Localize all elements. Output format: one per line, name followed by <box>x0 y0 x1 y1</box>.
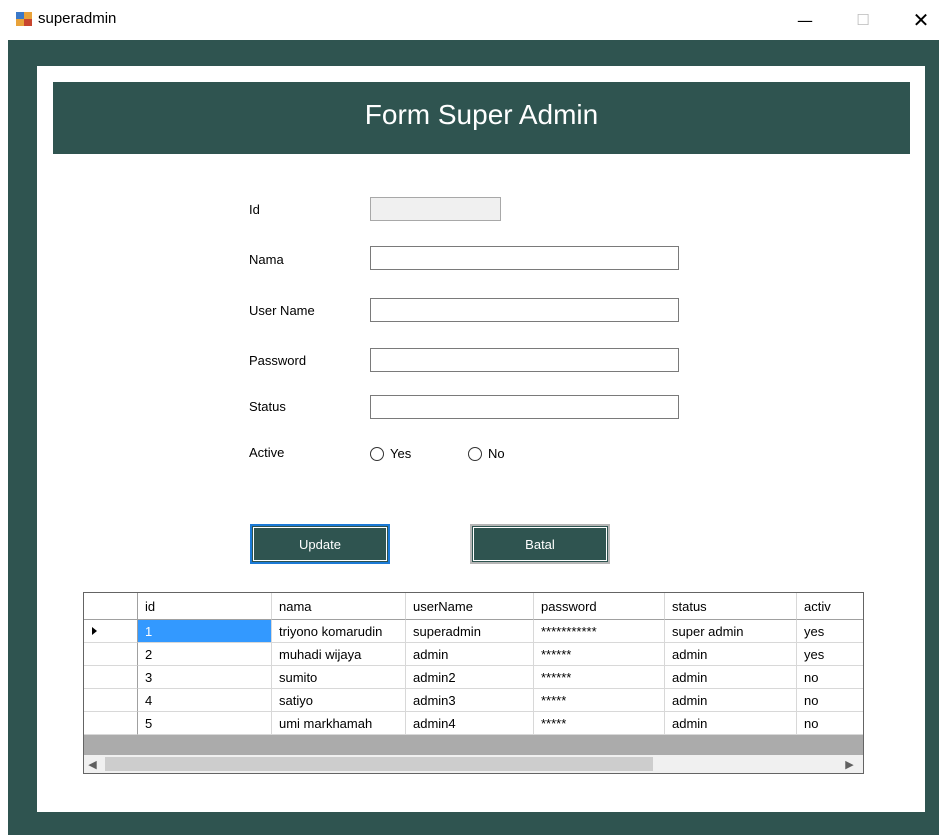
data-grid[interactable]: id nama userName password status activ 1… <box>83 592 864 774</box>
horizontal-scrollbar[interactable]: ◀ ▶ <box>84 755 863 773</box>
table-cell-active[interactable]: yes <box>797 643 863 666</box>
password-field[interactable] <box>370 348 679 372</box>
table-cell-username[interactable]: admin4 <box>406 712 534 735</box>
close-icon[interactable]: ✕ <box>898 0 939 40</box>
table-cell-username[interactable]: superadmin <box>406 620 534 643</box>
table-cell-nama[interactable]: sumito <box>272 666 406 689</box>
table-cell-password[interactable]: ***** <box>534 689 665 712</box>
active-yes-radio[interactable]: Yes <box>370 446 411 461</box>
status-label: Status <box>249 399 286 414</box>
table-cell-active[interactable]: yes <box>797 620 863 643</box>
horizontal-scroll-thumb[interactable] <box>105 757 653 771</box>
table-cell-username[interactable]: admin3 <box>406 689 534 712</box>
id-field[interactable] <box>370 197 501 221</box>
table-cell-password[interactable]: ****** <box>534 666 665 689</box>
table-cell-nama[interactable]: triyono komarudin <box>272 620 406 643</box>
scroll-right-icon[interactable]: ▶ <box>841 755 858 773</box>
table-cell-nama[interactable]: umi markhamah <box>272 712 406 735</box>
app-icon <box>16 12 32 26</box>
password-label: Password <box>249 353 307 368</box>
table-cell-id[interactable]: 2 <box>138 643 272 666</box>
table-row[interactable]: 1 triyono komarudin superadmin *********… <box>84 620 863 643</box>
table-cell-password[interactable]: ***** <box>534 712 665 735</box>
row-header-corner <box>84 593 138 620</box>
table-cell-status[interactable]: super admin <box>665 620 797 643</box>
grid-header-row: id nama userName password status activ <box>84 593 863 620</box>
table-cell-username[interactable]: admin2 <box>406 666 534 689</box>
table-cell-status[interactable]: admin <box>665 712 797 735</box>
active-yes-label: Yes <box>390 446 412 461</box>
id-label: Id <box>249 202 260 217</box>
column-header-id[interactable]: id <box>138 593 272 620</box>
table-cell-id[interactable]: 4 <box>138 689 272 712</box>
column-header-nama[interactable]: nama <box>272 593 406 620</box>
table-cell-active[interactable]: no <box>797 712 863 735</box>
table-cell-id[interactable]: 1 <box>138 620 272 643</box>
username-field[interactable] <box>370 298 679 322</box>
radio-circle-icon <box>370 446 384 461</box>
table-cell-password[interactable]: *********** <box>534 620 665 643</box>
table-cell-status[interactable]: admin <box>665 666 797 689</box>
table-cell-password[interactable]: ****** <box>534 643 665 666</box>
header-banner: Form Super Admin <box>53 82 910 154</box>
table-cell-nama[interactable]: satiyo <box>272 689 406 712</box>
current-row-arrow-icon <box>92 627 97 635</box>
table-row[interactable]: 5 umi markhamah admin4 ***** admin no <box>84 712 863 735</box>
row-header[interactable] <box>84 712 138 735</box>
batal-button[interactable]: Batal <box>470 524 610 564</box>
title-bar: superadmin — ☐ ✕ <box>0 0 939 40</box>
window-title: superadmin <box>38 10 117 27</box>
active-no-radio[interactable]: No <box>468 446 505 461</box>
table-cell-status[interactable]: admin <box>665 689 797 712</box>
maximize-icon[interactable]: ☐ <box>840 0 886 40</box>
column-header-active[interactable]: activ <box>797 593 863 620</box>
table-row[interactable]: 2 muhadi wijaya admin ****** admin yes <box>84 643 863 666</box>
table-cell-id[interactable]: 3 <box>138 666 272 689</box>
active-label: Active <box>249 445 285 460</box>
table-row[interactable]: 4 satiyo admin3 ***** admin no <box>84 689 863 712</box>
row-header[interactable] <box>84 620 138 643</box>
table-cell-status[interactable]: admin <box>665 643 797 666</box>
table-cell-username[interactable]: admin <box>406 643 534 666</box>
nama-label: Nama <box>249 252 284 267</box>
table-cell-nama[interactable]: muhadi wijaya <box>272 643 406 666</box>
row-header[interactable] <box>84 666 138 689</box>
minimize-icon[interactable]: — <box>782 0 828 40</box>
nama-field[interactable] <box>370 246 679 270</box>
status-field[interactable] <box>370 395 679 419</box>
row-header[interactable] <box>84 643 138 666</box>
scroll-left-icon[interactable]: ◀ <box>84 755 101 773</box>
table-cell-active[interactable]: no <box>797 666 863 689</box>
table-cell-id[interactable]: 5 <box>138 712 272 735</box>
page-title: Form Super Admin <box>364 99 599 130</box>
active-no-label: No <box>488 446 505 461</box>
table-cell-active[interactable]: no <box>797 689 863 712</box>
column-header-username[interactable]: userName <box>406 593 534 620</box>
row-header[interactable] <box>84 689 138 712</box>
table-row[interactable]: 3 sumito admin2 ****** admin no <box>84 666 863 689</box>
username-label: User Name <box>249 303 315 318</box>
radio-circle-icon <box>468 446 482 461</box>
column-header-password[interactable]: password <box>534 593 665 620</box>
update-button[interactable]: Update <box>250 524 390 564</box>
column-header-status[interactable]: status <box>665 593 797 620</box>
